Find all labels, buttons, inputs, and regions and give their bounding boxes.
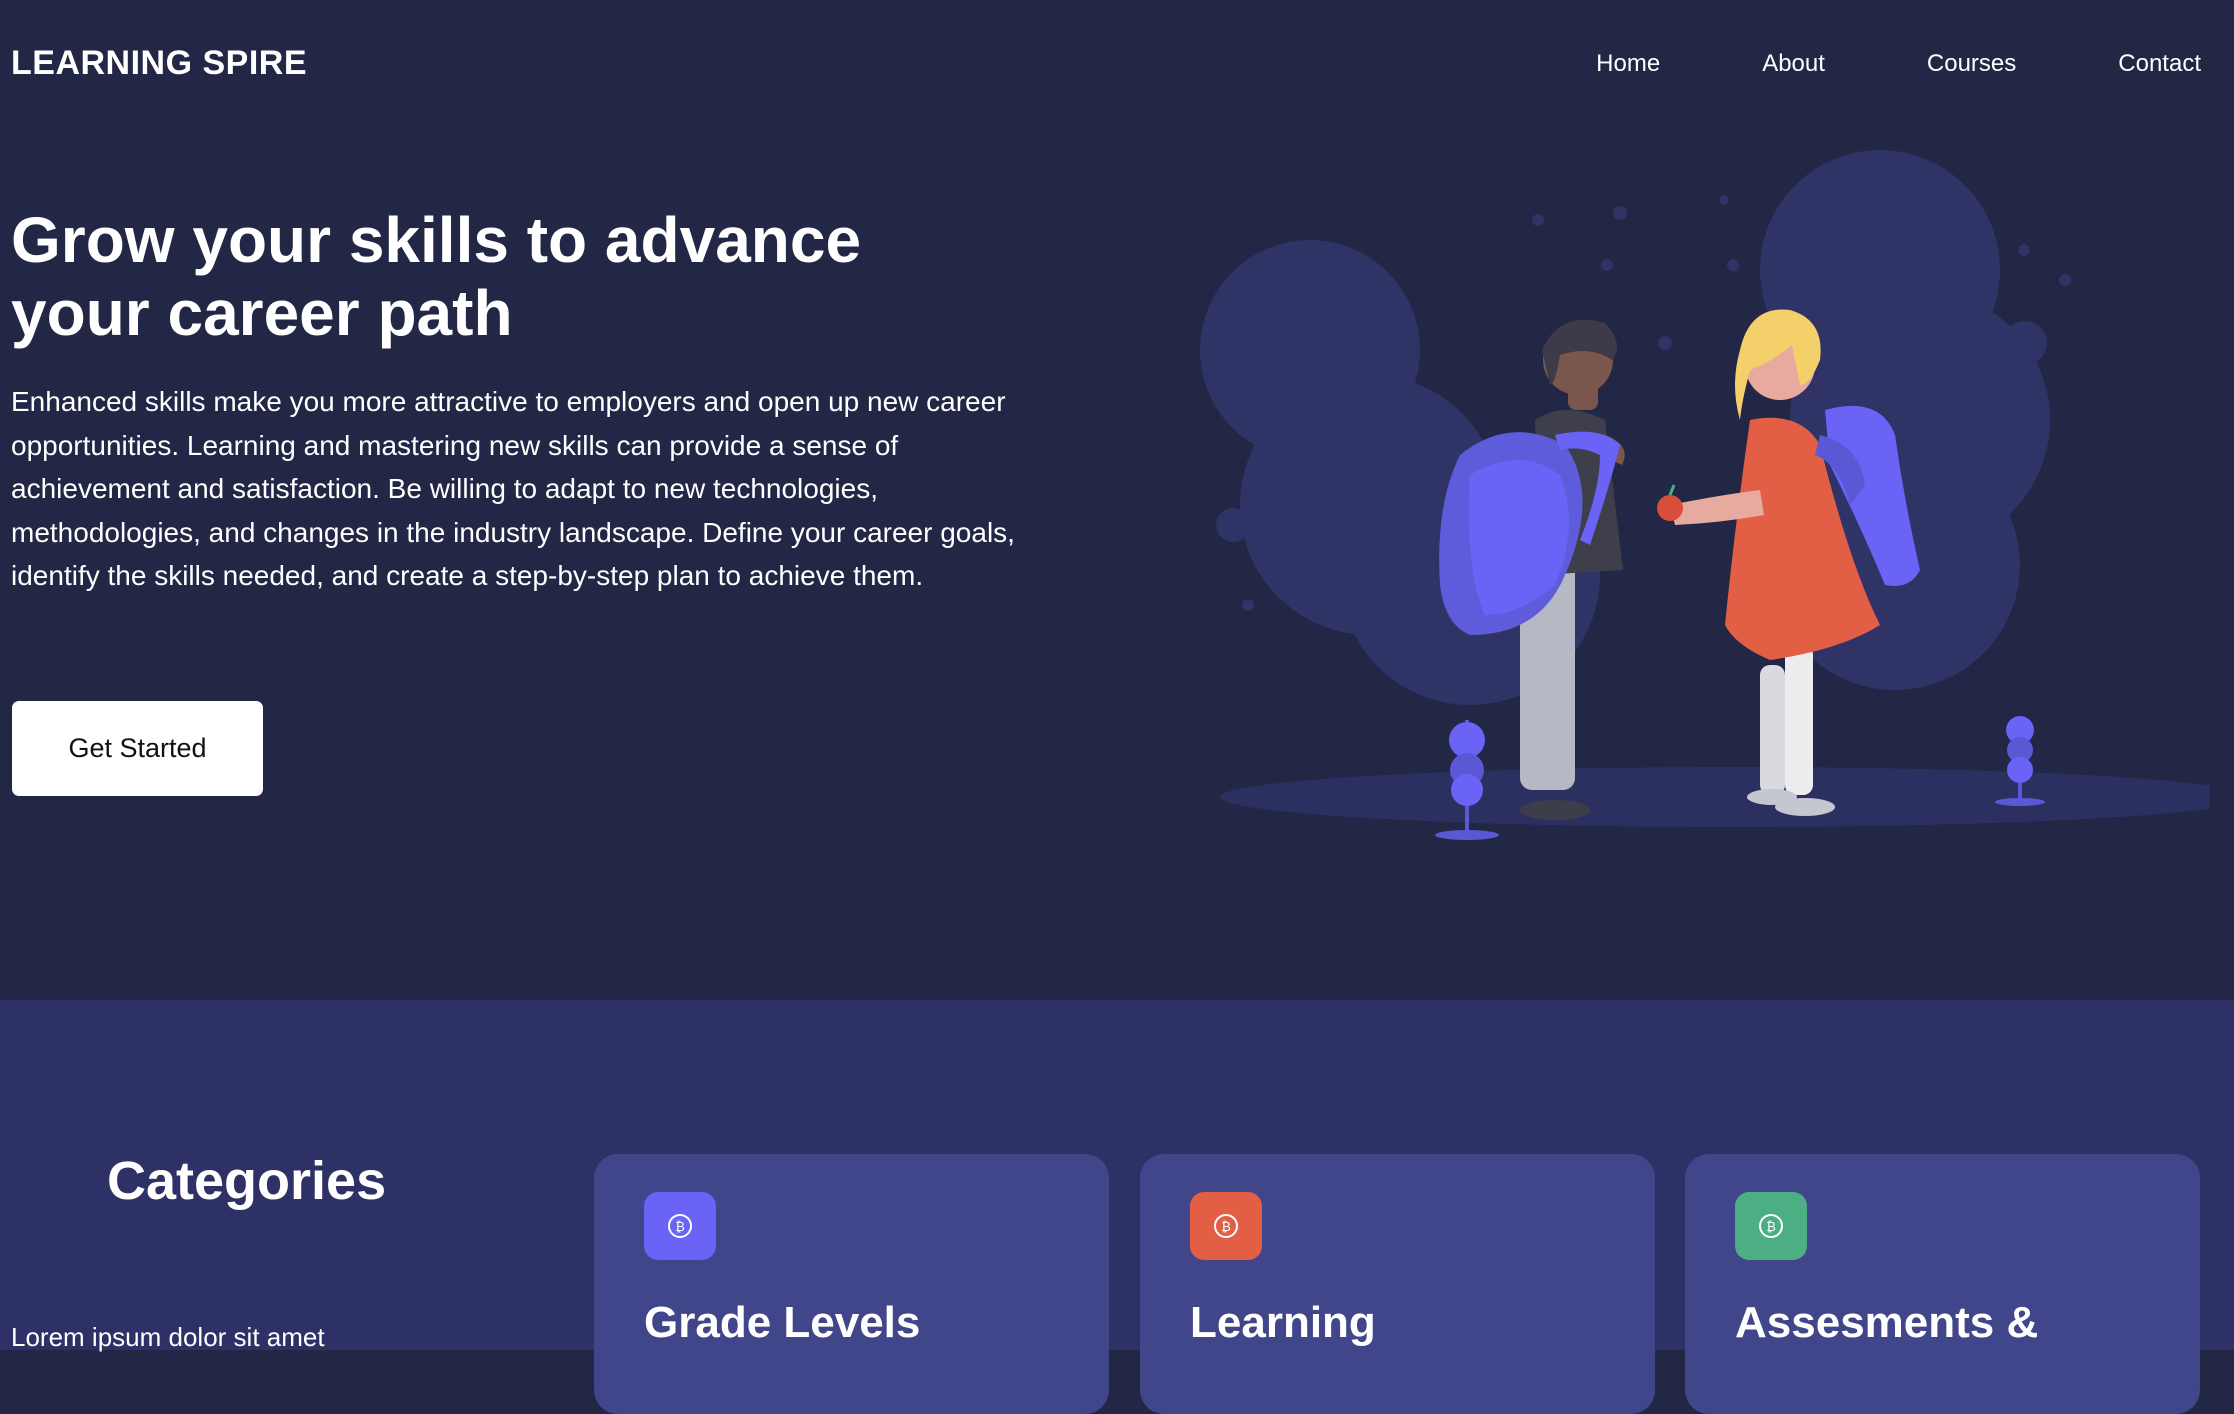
hero-headline: Grow your skills to advance your career … [11,204,1011,350]
ground-shadow [1220,767,2210,827]
svg-text:₿: ₿ [675,1220,685,1235]
category-card-assesments[interactable]: ₿ Assesments & [1685,1154,2200,1414]
bitcoin-icon: ₿ [1735,1192,1807,1260]
hero-description: Enhanced skills make you more attractive… [11,386,1015,591]
bitcoin-icon: ₿ [1190,1192,1262,1260]
brand-logo[interactable]: LEARNING SPIRE [11,44,307,83]
svg-text:₿: ₿ [1221,1220,1231,1235]
svg-text:₿: ₿ [1766,1220,1776,1235]
students-illustration [1200,150,2210,840]
bitcoin-icon: ₿ [644,1192,716,1260]
nav-item-contact[interactable]: Contact [2118,50,2201,78]
card-title: Assesments & [1735,1298,2039,1347]
card-title: Learning [1190,1298,1376,1347]
category-card-grade-levels[interactable]: ₿ Grade Levels [594,1154,1109,1414]
nav-item-about[interactable]: About [1762,50,1825,78]
hero-headline-line-2: your career path [11,277,513,349]
categories-title: Categories [107,1151,387,1211]
categories-subtitle: Lorem ipsum dolor sit amet [11,1322,325,1352]
hero-section: LEARNING SPIRE Home About Courses Contac… [0,0,2234,1000]
main-nav: Home About Courses Contact [1494,50,2201,78]
card-title: Grade Levels [644,1298,921,1347]
hero-headline-line-1: Grow your skills to advance [11,204,862,276]
category-card-learning[interactable]: ₿ Learning [1140,1154,1655,1414]
nav-item-home[interactable]: Home [1596,50,1660,78]
get-started-button[interactable]: Get Started [12,701,263,796]
nav-item-courses[interactable]: Courses [1927,50,2016,78]
